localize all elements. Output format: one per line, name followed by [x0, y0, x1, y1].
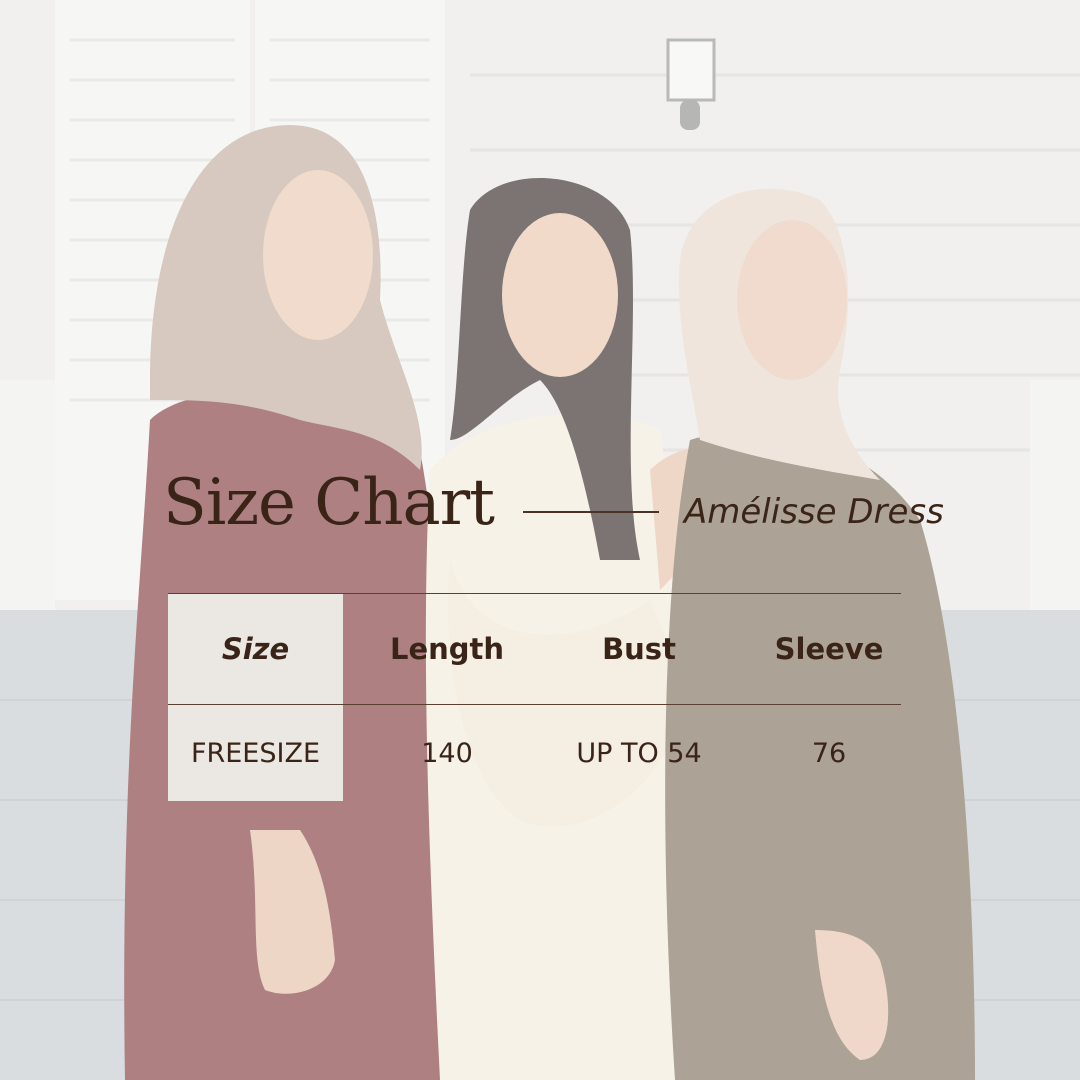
row-length-value: 140: [421, 737, 473, 769]
header-sleeve: Sleeve: [774, 632, 884, 666]
header-size: Size: [221, 632, 290, 666]
product-name: Amélisse Dress: [684, 492, 944, 532]
title-divider: [523, 511, 659, 513]
background-photo: [0, 0, 1080, 1080]
row-size-value: FREESIZE: [190, 737, 321, 769]
header-bust: Bust: [602, 632, 676, 666]
header-length: Length: [389, 632, 505, 666]
row-sleeve-value: 76: [811, 737, 847, 769]
row-bust-value: UP TO 54: [576, 737, 702, 769]
page-title: Size Chart: [163, 466, 495, 540]
